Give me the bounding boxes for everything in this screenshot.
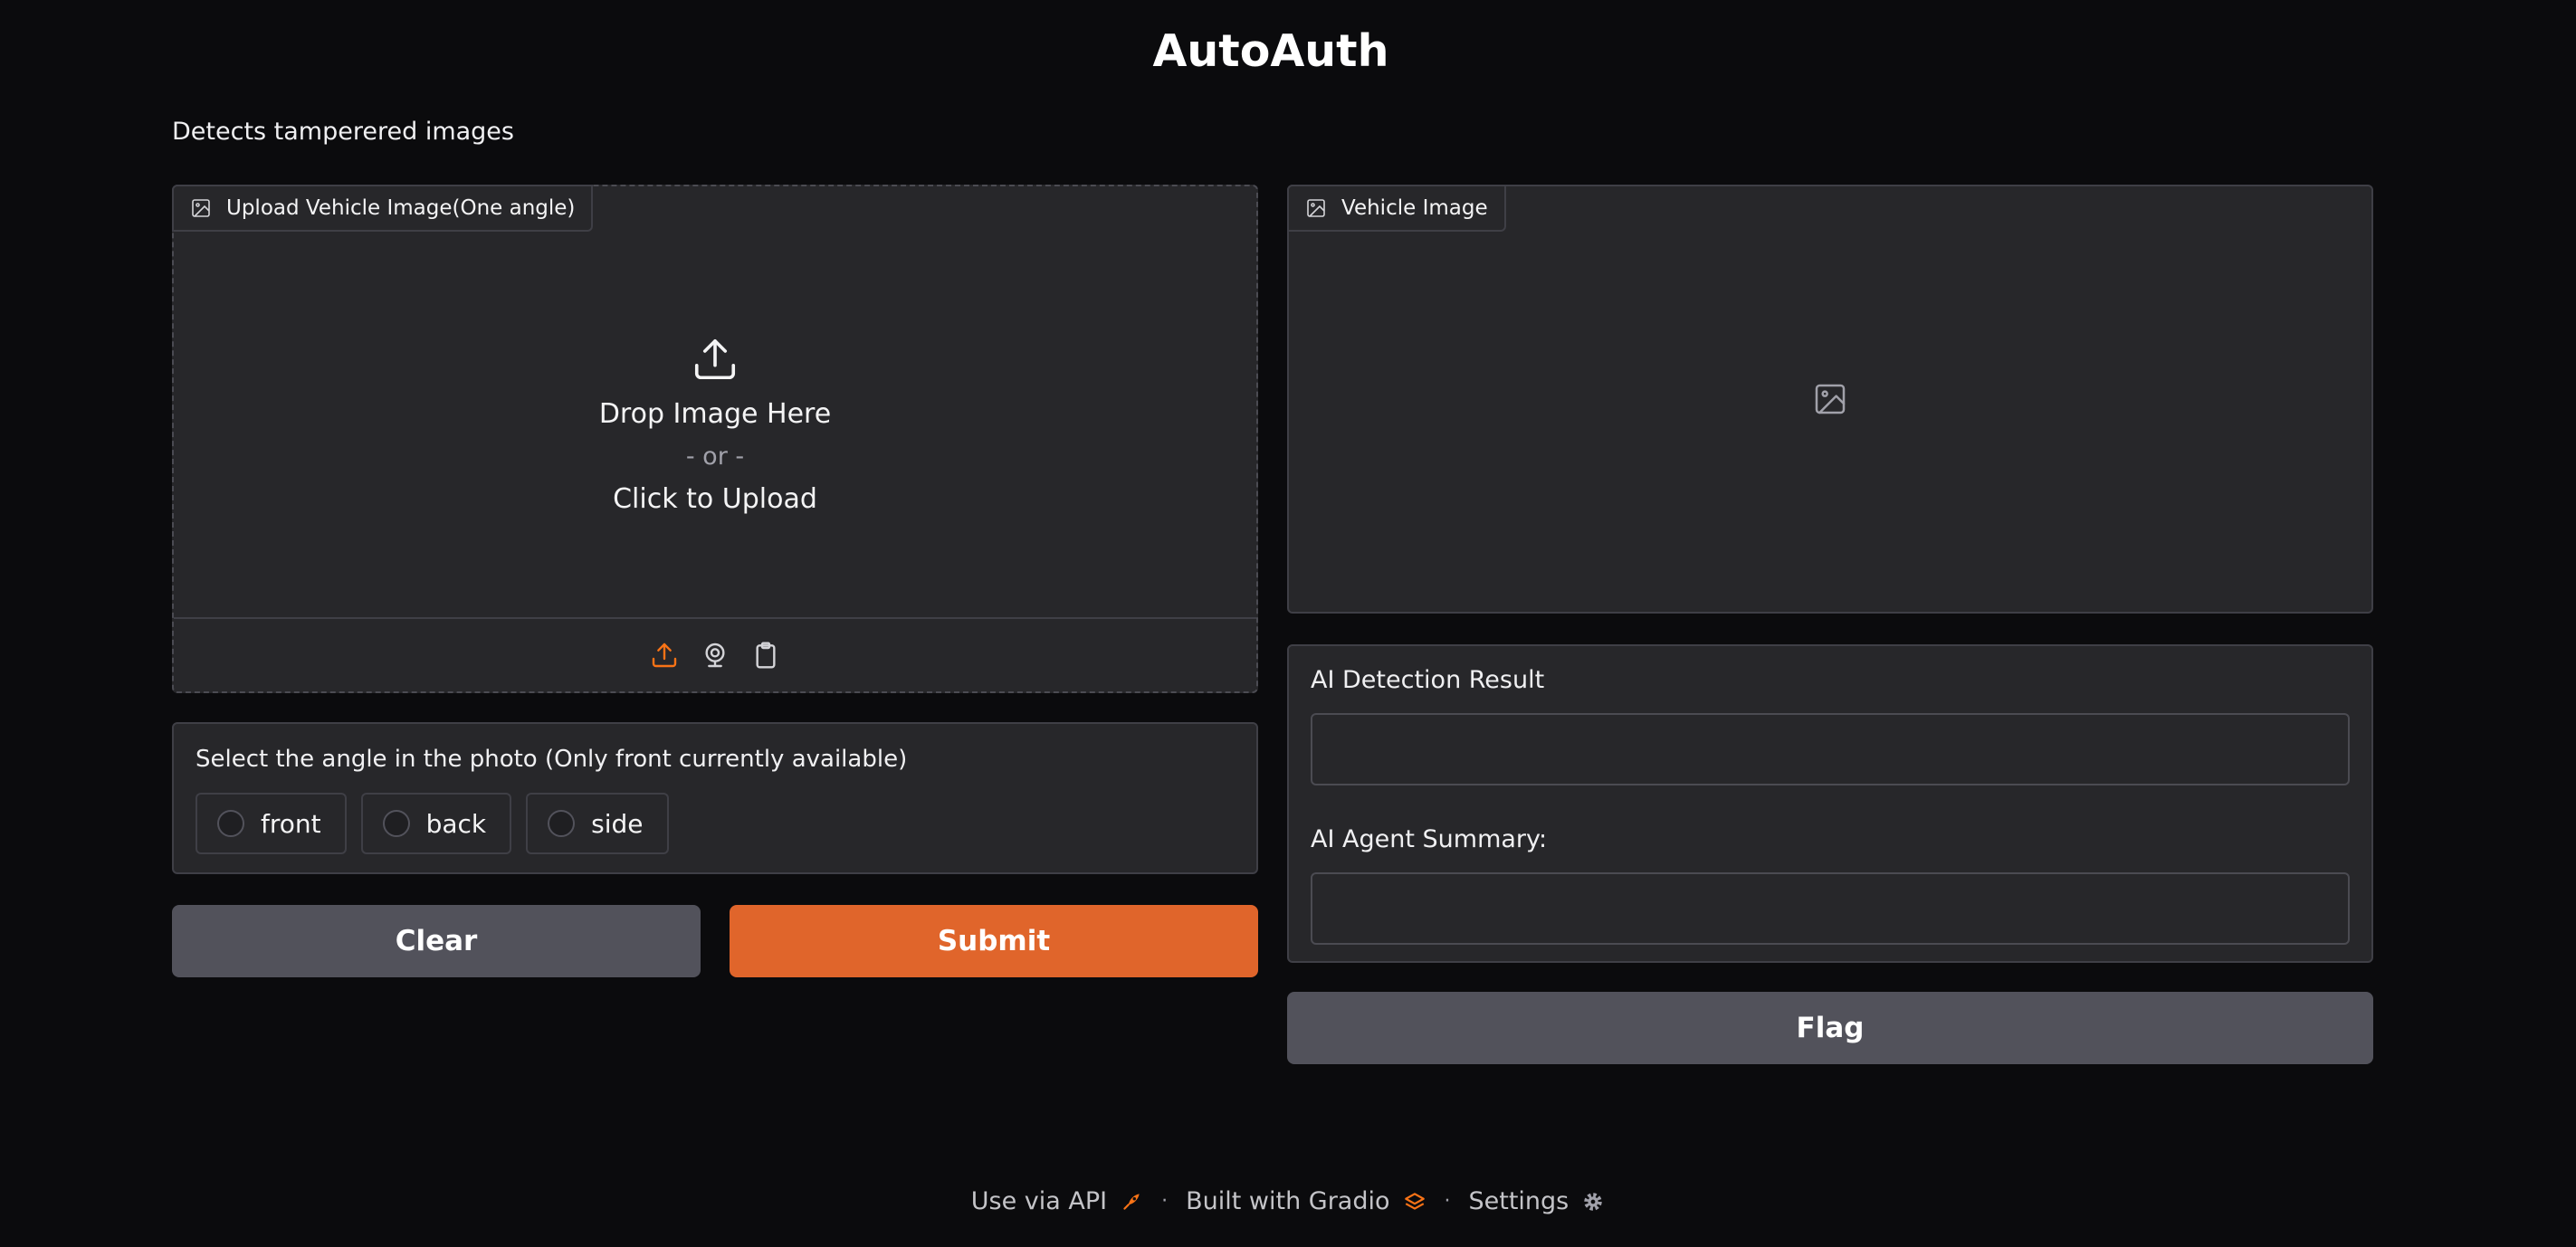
click-to-upload-text: Click to Upload: [613, 483, 817, 515]
radio-option-side[interactable]: side: [526, 793, 669, 854]
use-via-api-link[interactable]: Use via API: [971, 1187, 1143, 1215]
angle-options: front back side: [196, 793, 669, 854]
image-icon: [1307, 199, 1325, 217]
flag-button[interactable]: Flag: [1287, 992, 2373, 1064]
radio-option-front[interactable]: front: [196, 793, 347, 854]
app-description: Detects tamperered images: [172, 118, 514, 146]
image-placeholder-icon: [1815, 384, 1846, 414]
image-icon: [192, 199, 210, 217]
source-selector: [174, 617, 1256, 691]
settings-label: Settings: [1468, 1187, 1569, 1215]
detection-result-label: AI Detection Result: [1311, 666, 1545, 694]
rocket-icon: [1123, 1193, 1140, 1210]
clipboard-icon: [756, 642, 776, 669]
gear-icon: [1584, 1192, 1602, 1211]
footer-separator: ·: [1161, 1190, 1169, 1213]
upload-panel-label: Upload Vehicle Image(One angle): [172, 185, 594, 232]
vehicle-image-label-text: Vehicle Image: [1341, 196, 1488, 220]
detection-result-field[interactable]: [1311, 713, 2350, 785]
radio-option-label: front: [261, 808, 321, 839]
footer: Use via API · Built with Gradio · Settin…: [0, 1187, 2576, 1215]
source-clipboard-button[interactable]: [750, 640, 781, 671]
radio-circle-icon[interactable]: [548, 810, 576, 837]
or-text: - or -: [685, 443, 745, 471]
agent-summary-label: AI Agent Summary:: [1311, 825, 1548, 853]
upload-icon: [652, 643, 677, 668]
upload-panel-label-text: Upload Vehicle Image(One angle): [226, 196, 576, 220]
source-upload-button[interactable]: [649, 640, 680, 671]
submit-button[interactable]: Submit: [730, 905, 1258, 977]
agent-summary-field[interactable]: [1311, 872, 2350, 945]
clear-button[interactable]: Clear: [172, 905, 701, 977]
image-dropzone[interactable]: Drop Image Here - or - Click to Upload: [174, 233, 1256, 623]
angle-select-label: Select the angle in the photo (Only fron…: [196, 746, 908, 773]
angle-radio-group: Select the angle in the photo (Only fron…: [172, 722, 1258, 874]
drop-image-text: Drop Image Here: [598, 398, 832, 430]
webcam-icon: [705, 643, 725, 668]
radio-option-label: side: [591, 808, 644, 839]
gradio-app: AutoAuth Detects tamperered images Uploa…: [0, 0, 2576, 1247]
built-with-gradio-label: Built with Gradio: [1186, 1187, 1390, 1215]
radio-circle-icon[interactable]: [217, 810, 244, 837]
vehicle-image-label: Vehicle Image: [1287, 185, 1506, 232]
radio-option-label: back: [425, 808, 487, 839]
footer-separator: ·: [1444, 1190, 1451, 1213]
source-webcam-button[interactable]: [700, 640, 730, 671]
settings-link[interactable]: Settings: [1469, 1187, 1606, 1215]
results-panel: AI Detection Result AI Agent Summary:: [1287, 644, 2373, 963]
app-title: AutoAuth: [1152, 25, 1389, 77]
vehicle-image-output: Vehicle Image: [1287, 185, 2373, 614]
gradio-logo-icon: [1404, 1192, 1425, 1210]
radio-circle-icon[interactable]: [382, 810, 410, 837]
upload-icon: [694, 338, 736, 380]
radio-option-back[interactable]: back: [360, 793, 512, 854]
upload-image-panel: Upload Vehicle Image(One angle) Drop Ima…: [172, 185, 1258, 693]
use-via-api-label: Use via API: [970, 1187, 1108, 1215]
built-with-gradio-link[interactable]: Built with Gradio: [1186, 1187, 1426, 1215]
